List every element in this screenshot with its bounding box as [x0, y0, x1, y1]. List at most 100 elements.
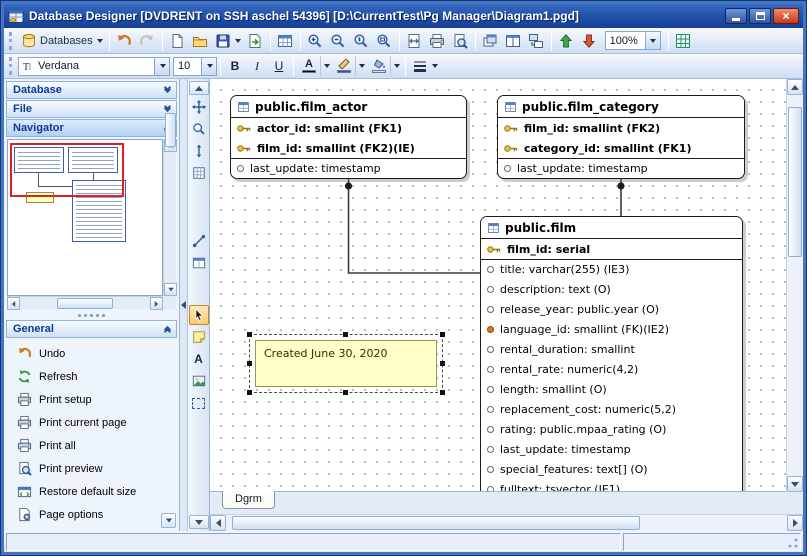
- column-row[interactable]: release_year: public.year (O): [481, 299, 742, 319]
- print-preview-button[interactable]: [449, 30, 472, 52]
- toolbar-grip[interactable]: [9, 57, 14, 75]
- column-row[interactable]: fulltext: tsvector (IE1): [481, 479, 742, 492]
- table-grid-button[interactable]: [274, 30, 297, 52]
- diagram-canvas[interactable]: public.film_actor actor_id: smallint (FK…: [210, 79, 786, 492]
- scroll-left-button[interactable]: [210, 515, 226, 531]
- navigator-viewport[interactable]: [10, 143, 124, 197]
- italic-button[interactable]: I: [246, 56, 268, 76]
- column-row[interactable]: film_id: serial: [481, 239, 742, 259]
- table-public-film[interactable]: public.film film_id: serial title: varch…: [480, 216, 743, 492]
- line-color-dropdown[interactable]: [355, 56, 366, 76]
- canvas-vscrollbar[interactable]: [786, 79, 803, 492]
- column-row[interactable]: last_update: timestamp: [481, 439, 742, 459]
- line-color-button[interactable]: [332, 55, 367, 77]
- font-size-combo[interactable]: 10: [173, 57, 217, 76]
- minimize-button[interactable]: [725, 8, 747, 24]
- show-grid-button[interactable]: [672, 30, 695, 52]
- font-combo-arrow[interactable]: [154, 58, 169, 75]
- column-row[interactable]: category_id: smallint (FK1): [498, 138, 744, 158]
- resize-handle[interactable]: [440, 361, 445, 366]
- sidebar-scroll-down-button[interactable]: [161, 513, 176, 528]
- undo-button[interactable]: [113, 30, 136, 52]
- sidebar-section-general[interactable]: General: [6, 320, 177, 338]
- zoom-combo-arrow[interactable]: [645, 32, 660, 49]
- resize-grip[interactable]: [787, 537, 799, 549]
- menu-item-restore-default-size[interactable]: Restore default size: [7, 480, 176, 503]
- region-tool[interactable]: [189, 393, 209, 413]
- navigator-vscrollbar[interactable]: [163, 139, 176, 296]
- resize-handle[interactable]: [440, 332, 445, 337]
- sidebar-section-database[interactable]: Database: [6, 81, 177, 99]
- table-public-film-actor[interactable]: public.film_actor actor_id: smallint (FK…: [230, 95, 467, 179]
- table-header[interactable]: public.film_category: [498, 96, 744, 118]
- column-row[interactable]: rental_rate: numeric(4,2): [481, 359, 742, 379]
- maximize-button[interactable]: [749, 8, 771, 24]
- navigator-resize-handle[interactable]: [5, 311, 178, 319]
- pan-tool[interactable]: [189, 97, 209, 117]
- table-tool[interactable]: [189, 253, 209, 273]
- menu-item-print-current-page[interactable]: Print current page: [7, 411, 176, 434]
- tile-windows-button[interactable]: [502, 30, 525, 52]
- zoom-out-button[interactable]: [327, 30, 350, 52]
- menu-item-print-setup[interactable]: Print setup: [7, 388, 176, 411]
- column-row[interactable]: language_id: smallint (FK)(IE2): [481, 319, 742, 339]
- table-header[interactable]: public.film_actor: [231, 96, 466, 118]
- select-tool[interactable]: [189, 305, 209, 325]
- zoom-in-button[interactable]: [304, 30, 327, 52]
- navigator-preview[interactable]: [7, 139, 163, 296]
- menu-item-refresh[interactable]: Refresh: [7, 365, 176, 388]
- column-row[interactable]: rental_duration: smallint: [481, 339, 742, 359]
- menu-item-page-options[interactable]: Page options: [7, 503, 176, 526]
- resize-handle[interactable]: [247, 332, 252, 337]
- scroll-page-tool[interactable]: [189, 141, 209, 161]
- menu-item-print-preview[interactable]: Print preview: [7, 457, 176, 480]
- bold-button[interactable]: B: [224, 56, 246, 76]
- export-image-button[interactable]: [244, 30, 267, 52]
- zoom-box-tool[interactable]: [189, 119, 209, 139]
- column-row[interactable]: last_update: timestamp: [498, 158, 744, 178]
- column-row[interactable]: last_update: timestamp: [231, 158, 466, 178]
- size-combo-arrow[interactable]: [201, 58, 216, 75]
- resize-handle[interactable]: [247, 361, 252, 366]
- font-color-dropdown[interactable]: [320, 56, 331, 76]
- column-row[interactable]: title: varchar(255) (IE3): [481, 259, 742, 279]
- table-header[interactable]: public.film: [481, 217, 742, 239]
- line-weight-button[interactable]: [409, 55, 441, 77]
- column-row[interactable]: rating: public.mpaa_rating (O): [481, 419, 742, 439]
- send-to-back-button[interactable]: [578, 30, 601, 52]
- palette-scroll-down-button[interactable]: [189, 515, 209, 529]
- print-button[interactable]: [426, 30, 449, 52]
- toolbar-grip[interactable]: [9, 32, 14, 50]
- snap-grid-tool[interactable]: [189, 163, 209, 183]
- column-row[interactable]: film_id: smallint (FK2)(IE): [231, 138, 466, 158]
- zoom-level-combo[interactable]: 100%: [605, 31, 661, 50]
- column-row[interactable]: actor_id: smallint (FK1): [231, 118, 466, 138]
- close-button[interactable]: ×: [773, 8, 799, 24]
- canvas-hscrollbar[interactable]: [210, 514, 803, 531]
- font-name-combo[interactable]: T Verdana: [18, 57, 170, 76]
- scroll-down-button[interactable]: [164, 283, 177, 296]
- arrange-objects-button[interactable]: [525, 30, 548, 52]
- resize-handle[interactable]: [247, 390, 252, 395]
- save-diagram-button[interactable]: [212, 30, 244, 52]
- column-row[interactable]: special_features: text[] (O): [481, 459, 742, 479]
- resize-handle[interactable]: [440, 390, 445, 395]
- diagram-note[interactable]: Created June 30, 2020: [255, 340, 437, 387]
- sidebar-section-file[interactable]: File: [6, 100, 177, 118]
- new-diagram-button[interactable]: [166, 30, 189, 52]
- image-tool[interactable]: [189, 371, 209, 391]
- scroll-left-button[interactable]: [7, 297, 20, 310]
- scrollbar-thumb[interactable]: [57, 298, 113, 309]
- scroll-up-button[interactable]: [787, 79, 803, 95]
- label-tool[interactable]: A: [189, 349, 209, 369]
- note-tool[interactable]: [189, 327, 209, 347]
- databases-button[interactable]: Databases: [18, 30, 106, 52]
- scrollbar-thumb[interactable]: [232, 516, 640, 530]
- relation-tool[interactable]: [189, 231, 209, 251]
- scrollbar-thumb[interactable]: [165, 113, 176, 147]
- sidebar-collapse-handle[interactable]: [180, 79, 188, 531]
- fill-color-dropdown[interactable]: [390, 56, 401, 76]
- menu-item-undo[interactable]: Undo: [7, 342, 176, 365]
- fill-color-button[interactable]: [367, 55, 402, 77]
- zoom-actual-button[interactable]: [350, 30, 373, 52]
